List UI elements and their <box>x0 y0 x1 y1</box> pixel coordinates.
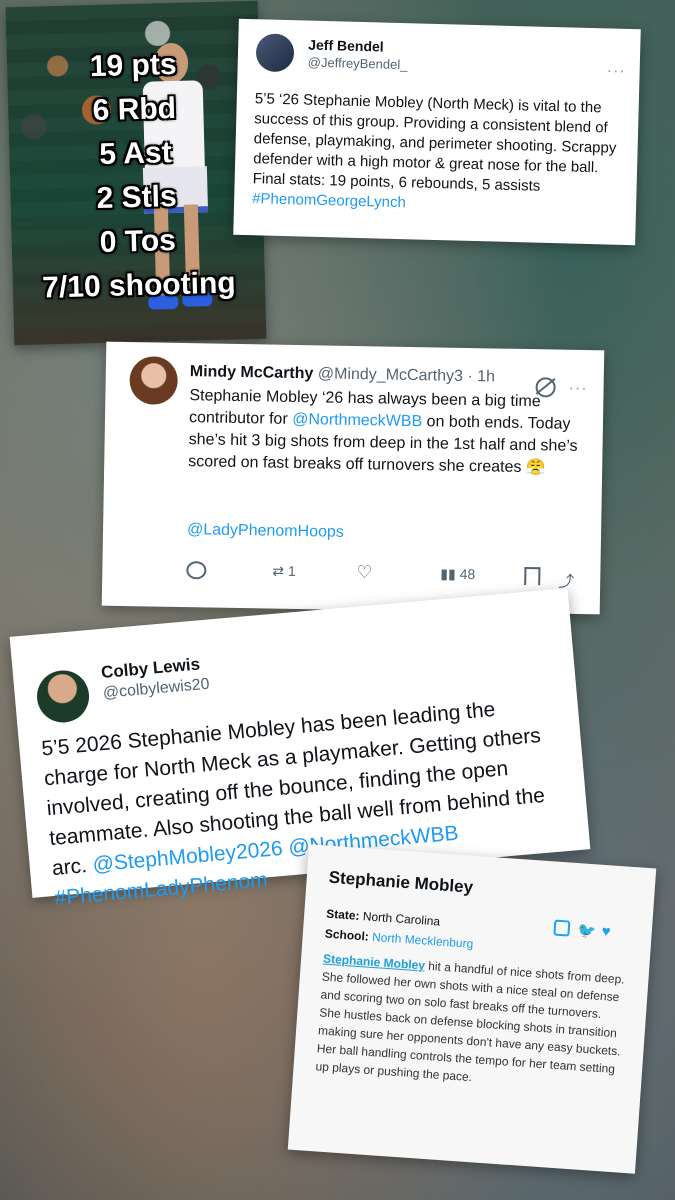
mention-link[interactable]: @NorthmeckWBB <box>292 411 422 430</box>
tweet-header: Mindy McCarthy @Mindy_McCarthy3 · 1h <box>190 363 495 386</box>
school-link[interactable]: North Mecklenburg <box>372 930 474 951</box>
bookmark-icon[interactable] <box>524 567 541 586</box>
author-handle[interactable]: @JeffreyBendel_ <box>308 55 408 73</box>
tweet-text: Stephanie Mobley ‘26 has always been a b… <box>188 387 578 477</box>
reply-icon[interactable] <box>186 561 207 580</box>
social-links: 🐦 ♥ <box>553 919 624 943</box>
more-options-icon[interactable]: ··· <box>606 62 625 80</box>
author-handle-time[interactable]: @Mindy_McCarthy3 · 1h <box>318 365 495 385</box>
avatar[interactable] <box>129 356 179 405</box>
avatar[interactable] <box>255 33 295 73</box>
instagram-icon[interactable] <box>553 919 571 937</box>
tweet-actions: ⇄ 1 ♡ ▮▮ 48 ⤴ <box>186 561 586 592</box>
state-label: State: <box>325 906 361 923</box>
retweet-count: 1 <box>287 562 296 580</box>
stat-steals: 2 Stls <box>96 179 178 216</box>
views-count: 48 <box>459 565 476 583</box>
tweet-text: 5’5 ‘26 Stephanie Mobley (North Meck) is… <box>251 90 617 212</box>
mention-link[interactable]: @LadyPhenomHoops <box>187 521 344 542</box>
twitter-icon[interactable]: 🐦 <box>577 921 597 940</box>
views-icon: ▮▮ <box>440 565 456 582</box>
heart-icon[interactable]: ♥ <box>601 923 611 941</box>
views-button[interactable]: ▮▮ 48 <box>440 566 475 584</box>
profile-meta: State: North Carolina School: North Meck… <box>324 904 475 954</box>
stat-turnovers: 0 Tos <box>99 223 177 259</box>
retweet-button[interactable]: ⇄ 1 <box>272 563 296 580</box>
author-name[interactable]: Mindy McCarthy <box>190 363 314 382</box>
stat-shooting: 7/10 shooting <box>41 266 237 305</box>
stat-rebounds: 6 Rbd <box>92 91 177 128</box>
profile-title: Stephanie Mobley <box>328 867 474 897</box>
school-label: School: <box>324 926 370 944</box>
like-icon[interactable]: ♡ <box>356 562 372 583</box>
stat-points: 19 pts <box>89 47 177 84</box>
tweet-card-colby: Colby Lewis @colbylewis20 5’5 2026 Steph… <box>9 588 591 910</box>
tweet-card-jeff: Jeff Bendel @JeffreyBendel_ ··· 5’5 ‘26 … <box>233 18 641 246</box>
tweet-card-mindy: Mindy McCarthy @Mindy_McCarthy3 · 1h ···… <box>101 341 605 615</box>
profile-description: Stephanie Mobley hit a handful of nice s… <box>315 951 626 1085</box>
state-value: North Carolina <box>362 909 441 929</box>
profile-card: Stephanie Mobley State: North Carolina S… <box>287 844 657 1174</box>
avatar[interactable] <box>34 668 92 725</box>
stat-overlay: 19 pts 6 Rbd 5 Ast 2 Stls 0 Tos 7/10 sho… <box>7 41 266 312</box>
player-photo: 19 pts 6 Rbd 5 Ast 2 Stls 0 Tos 7/10 sho… <box>5 0 267 346</box>
author-name[interactable]: Jeff Bendel <box>308 37 384 55</box>
hashtag-link[interactable]: #PhenomGeorgeLynch <box>252 190 406 211</box>
retweet-icon: ⇄ <box>272 562 285 579</box>
stat-assists: 5 Ast <box>98 136 173 171</box>
player-name-link[interactable]: Stephanie Mobley <box>323 952 426 973</box>
